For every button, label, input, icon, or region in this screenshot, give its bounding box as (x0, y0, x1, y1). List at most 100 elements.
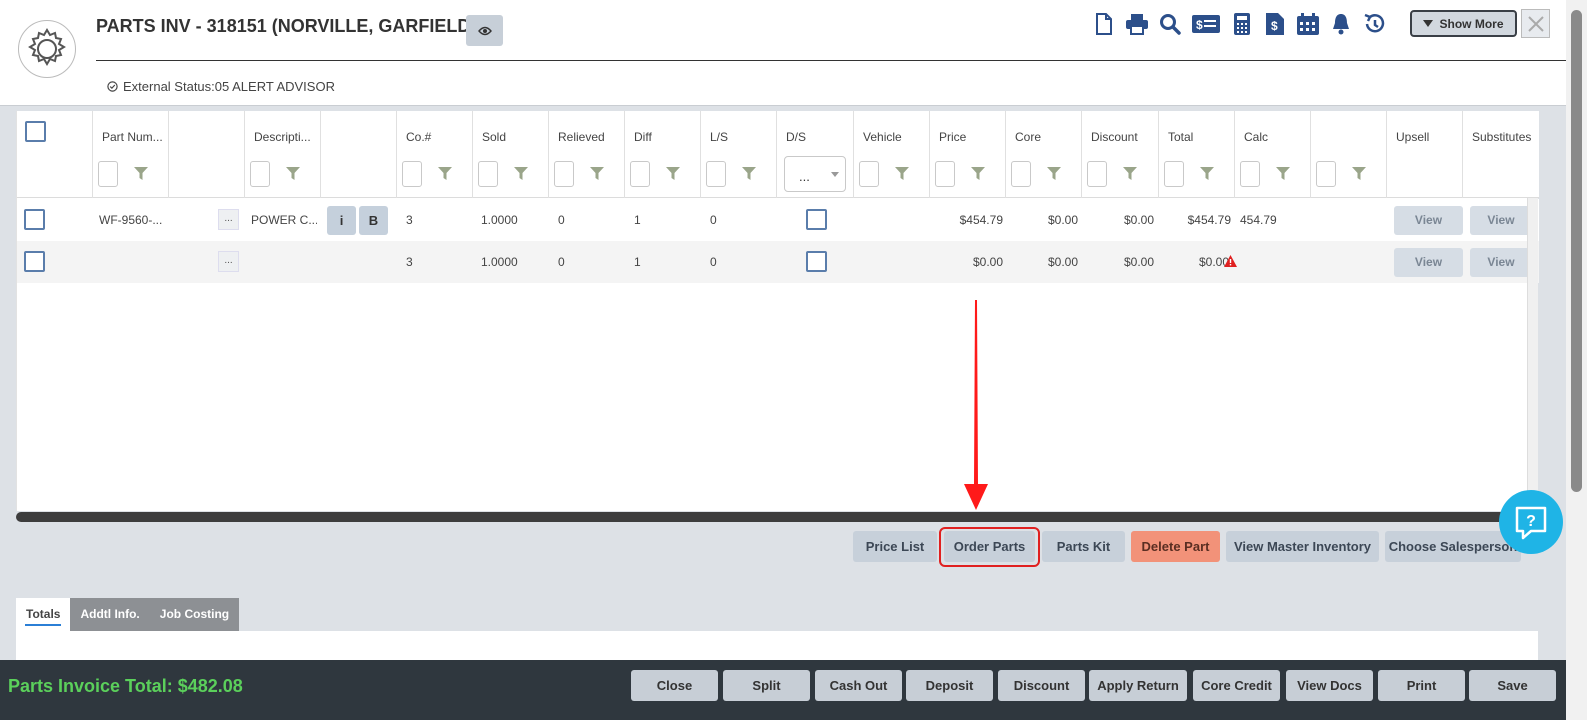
more-button[interactable]: ... (218, 251, 239, 272)
filter-icon[interactable] (438, 167, 452, 181)
filter-input[interactable] (1011, 161, 1031, 187)
parts-kit-button[interactable]: Parts Kit (1042, 531, 1125, 562)
delete-part-button[interactable]: Delete Part (1131, 531, 1220, 562)
dollar-file-icon[interactable]: $ (1263, 10, 1287, 38)
tab-label: Totals (26, 607, 61, 621)
calculator-icon[interactable] (1230, 10, 1254, 38)
col-calc: Calc (1235, 111, 1311, 198)
select-all-column (17, 111, 93, 198)
substitutes-view-button[interactable]: View (1470, 206, 1532, 235)
search-icon[interactable] (1158, 10, 1182, 38)
cell-description (251, 241, 317, 283)
close-button[interactable]: Close (631, 670, 718, 701)
more-button[interactable]: ... (218, 209, 239, 230)
filter-icon[interactable] (1123, 167, 1137, 181)
tab-label: Addtl Info. (80, 607, 140, 621)
show-more-button[interactable]: Show More (1410, 10, 1517, 37)
close-window-button[interactable] (1521, 9, 1550, 38)
cell-core: $0.00 (1047, 255, 1078, 269)
grid-vertical-scrollbar[interactable] (1527, 198, 1538, 511)
filter-icon[interactable] (742, 167, 756, 181)
filter-icon[interactable] (1200, 167, 1214, 181)
filter-input[interactable] (706, 161, 726, 187)
discount-button[interactable]: Discount (998, 670, 1085, 701)
window-scrollbar-thumb[interactable] (1571, 10, 1582, 492)
filter-icon[interactable] (971, 167, 985, 181)
filter-icon[interactable] (134, 167, 148, 181)
col-part-num: Part Num... (93, 111, 169, 198)
ds-checkbox[interactable] (806, 209, 827, 230)
row-checkbox[interactable] (24, 209, 45, 230)
filter-icon[interactable] (666, 167, 680, 181)
filter-input[interactable] (630, 161, 650, 187)
print-button[interactable]: Print (1378, 670, 1465, 701)
col-price: Price (930, 111, 1006, 198)
ds-checkbox[interactable] (806, 251, 827, 272)
help-button[interactable]: ? (1499, 490, 1563, 554)
filter-icon[interactable] (1276, 167, 1290, 181)
bell-icon[interactable] (1329, 10, 1353, 38)
row-checkbox[interactable] (24, 251, 45, 272)
apply-return-button[interactable]: Apply Return (1089, 670, 1187, 701)
tab-job-costing[interactable]: Job Costing (149, 598, 240, 631)
upsell-view-button[interactable]: View (1394, 206, 1463, 235)
b-button[interactable]: B (359, 206, 388, 235)
deposit-button[interactable]: Deposit (906, 670, 993, 701)
cell-sold: 1.0000 (481, 255, 518, 269)
core-credit-button[interactable]: Core Credit (1193, 670, 1280, 701)
filter-icon[interactable] (1047, 167, 1061, 181)
view-master-inventory-button[interactable]: View Master Inventory (1226, 531, 1379, 562)
filter-input[interactable] (402, 161, 422, 187)
filter-icon[interactable] (590, 167, 604, 181)
eye-button[interactable] (466, 15, 503, 46)
filter-input[interactable] (1316, 161, 1336, 187)
filter-input[interactable] (250, 161, 270, 187)
filter-input[interactable] (1164, 161, 1184, 187)
cash-out-button[interactable]: Cash Out (815, 670, 902, 701)
filter-input[interactable] (1087, 161, 1107, 187)
view-docs-button[interactable]: View Docs (1286, 670, 1373, 701)
history-icon[interactable] (1362, 10, 1386, 38)
col-ls: L/S (701, 111, 777, 198)
filter-input[interactable] (478, 161, 498, 187)
upsell-view-button[interactable]: View (1394, 248, 1463, 277)
cell-total: $0.00 (1198, 255, 1229, 269)
bottom-tabs: Totals Addtl Info. Job Costing (16, 598, 240, 631)
filter-input[interactable] (859, 161, 879, 187)
col-relieved: Relieved (549, 111, 625, 198)
filter-icon[interactable] (286, 167, 300, 181)
filter-icon[interactable] (895, 167, 909, 181)
tab-totals[interactable]: Totals (16, 598, 71, 631)
split-button[interactable]: Split (723, 670, 810, 701)
filter-icon[interactable] (514, 167, 528, 181)
filter-input[interactable] (1240, 161, 1260, 187)
select-all-checkbox[interactable] (25, 121, 46, 142)
ds-filter-select[interactable]: ... (784, 156, 846, 192)
table-row[interactable]: ... 3 1.0000 0 1 0 $0.00 $0.00 $0.00 $0.… (17, 241, 1539, 283)
svg-text:$: $ (1271, 19, 1278, 33)
filter-input[interactable] (935, 161, 955, 187)
filter-input[interactable] (554, 161, 574, 187)
document-icon[interactable] (1092, 10, 1116, 38)
substitutes-view-button[interactable]: View (1470, 248, 1532, 277)
cell-discount: $0.00 (1123, 213, 1154, 227)
filter-input[interactable] (98, 161, 118, 187)
table-row[interactable]: WF-9560-... ... POWER C... i B 3 1.0000 … (17, 199, 1539, 241)
payment-card-icon[interactable]: $ (1191, 10, 1221, 38)
printer-icon[interactable] (1125, 10, 1149, 38)
save-button[interactable]: Save (1469, 670, 1556, 701)
gear-logo-icon (18, 20, 76, 78)
col-buttons (321, 111, 397, 198)
cell-price: $0.00 (972, 255, 1003, 269)
col-label: Sold (482, 130, 507, 144)
window-scrollbar[interactable] (1566, 0, 1587, 720)
grid-horizontal-scrollbar[interactable] (16, 512, 1514, 522)
filter-icon[interactable] (1352, 167, 1366, 181)
col-label: Core (1015, 130, 1042, 144)
info-button[interactable]: i (327, 206, 356, 235)
caret-down-icon (1423, 20, 1434, 27)
tab-addtl-info[interactable]: Addtl Info. (70, 598, 150, 631)
choose-salesperson-button[interactable]: Choose Salesperson (1385, 531, 1521, 562)
price-list-button[interactable]: Price List (853, 531, 937, 562)
calendar-icon[interactable] (1296, 10, 1320, 38)
